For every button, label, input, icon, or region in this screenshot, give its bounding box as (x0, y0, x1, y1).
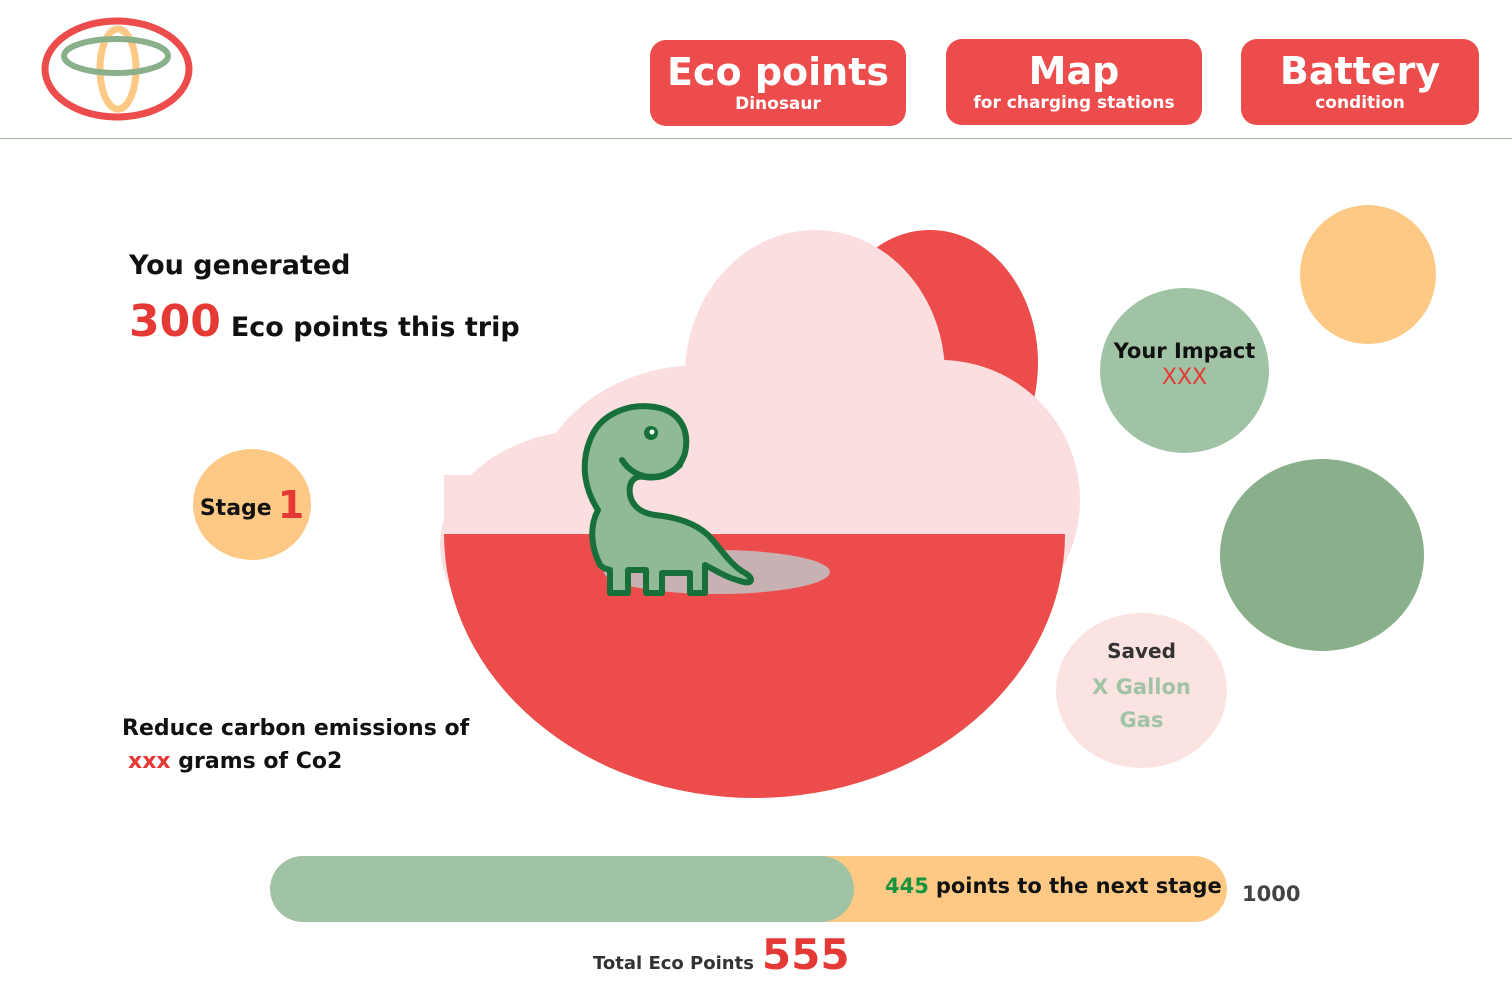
trip-points-value: 300 (129, 296, 221, 347)
impact-value: XXX (1161, 365, 1208, 390)
saved-title: Saved (1107, 638, 1176, 663)
nav-eco-points-title: Eco points (667, 50, 889, 94)
generated-label: You generated (129, 250, 351, 281)
nav-map-subtitle: for charging stations (973, 93, 1175, 113)
nav-battery-title: Battery (1279, 49, 1441, 93)
dinosaur-scene (440, 225, 1080, 805)
carbon-reduction-line1: Reduce carbon emissions of (122, 716, 470, 741)
total-eco-points-value: 555 (761, 930, 850, 979)
nav-map-title: Map (1028, 49, 1120, 93)
stage-badge: Stage 1 (193, 449, 311, 560)
carbon-reduction-value: xxx (128, 749, 171, 774)
stage-progress-fill (270, 856, 854, 922)
impact-title: Your Impact (1113, 339, 1256, 363)
app-logo[interactable] (40, 16, 194, 122)
nav-map-button[interactable]: Map for charging stations (946, 39, 1202, 125)
carbon-reduction-line2: xxx grams of Co2 (122, 745, 469, 778)
progress-remaining-text: 445 points to the next stage (885, 874, 1222, 898)
total-eco-points-label: Total Eco Points (593, 953, 754, 974)
header-divider (0, 138, 1512, 139)
progress-remaining-value: 445 (885, 874, 929, 898)
carbon-reduction-text: Reduce carbon emissions of xxx grams of … (122, 712, 469, 778)
impact-circle[interactable]: Your Impact XXX (1100, 288, 1269, 453)
decor-green-circle (1220, 459, 1424, 651)
carbon-reduction-unit: grams of Co2 (178, 749, 343, 774)
decor-orange-circle (1300, 205, 1436, 344)
nav-battery-button[interactable]: Battery condition (1241, 39, 1479, 125)
total-eco-points: Total Eco Points 555 (593, 930, 850, 979)
nav-eco-points-subtitle: Dinosaur (735, 94, 821, 114)
stage-number: 1 (277, 482, 305, 527)
progress-remaining-label: points to the next stage (935, 874, 1222, 898)
saved-circle[interactable]: Saved X Gallon Gas (1056, 613, 1227, 768)
ring-logo-icon (41, 17, 193, 121)
nav-eco-points-button[interactable]: Eco points Dinosaur (650, 40, 906, 126)
stage-label: Stage (199, 496, 272, 521)
saved-value: X Gallon Gas (1092, 674, 1191, 732)
nav-battery-subtitle: condition (1315, 93, 1405, 113)
scene-illustration (440, 230, 1080, 798)
progress-max-value: 1000 (1242, 882, 1301, 906)
